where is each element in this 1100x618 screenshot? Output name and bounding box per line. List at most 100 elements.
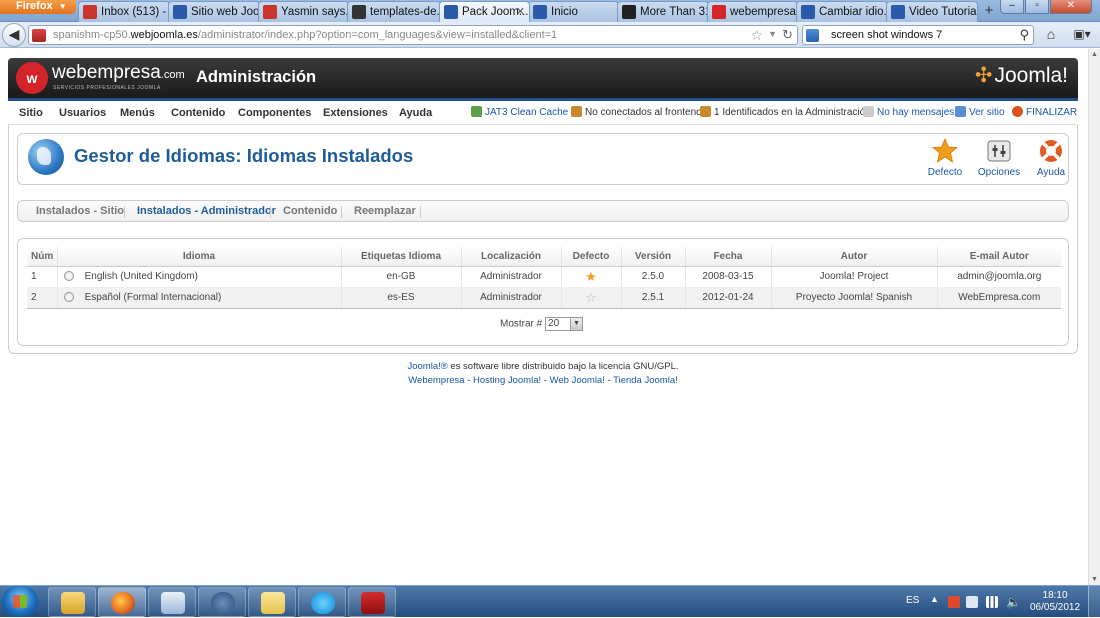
help-button-label: Ayuda	[1036, 167, 1066, 178]
row-select-radio[interactable]	[63, 292, 74, 303]
column-header-location[interactable]: Localización	[461, 247, 562, 267]
browser-tab[interactable]: Inbox (513) - ...	[78, 1, 170, 22]
reload-icon[interactable]: ↻	[782, 27, 793, 43]
browser-tab[interactable]: templates-de...	[347, 1, 441, 22]
taskbar-firefox[interactable]	[98, 587, 146, 617]
search-engine-icon[interactable]	[806, 29, 819, 42]
menu-item-ayuda[interactable]: Ayuda	[399, 107, 432, 119]
column-header-version[interactable]: Versión	[621, 247, 686, 267]
menu-item-contenido[interactable]: Contenido	[171, 107, 225, 119]
new-tab-button[interactable]: +	[981, 2, 997, 20]
view-site-link[interactable]: Ver sitio	[955, 106, 1005, 118]
row-select-radio[interactable]	[63, 271, 74, 282]
search-input[interactable]: screen shot windows 7	[831, 29, 942, 41]
taskbar-folder[interactable]	[248, 587, 296, 617]
language-version: 2.5.0	[621, 266, 686, 288]
footer-link-store[interactable]: Tienda Joomla!	[613, 375, 678, 386]
menu-item-sitio[interactable]: Sitio	[19, 107, 43, 119]
webempresa-logo-icon[interactable]: w	[16, 62, 48, 94]
network-signal-icon[interactable]	[986, 596, 998, 608]
language-author: Proyecto Joomla! Spanish	[771, 287, 938, 309]
default-star-icon[interactable]: ★	[585, 269, 597, 284]
url-history-dropdown-icon[interactable]: ▼	[768, 29, 777, 39]
menu-item-usuarios[interactable]: Usuarios	[59, 107, 106, 119]
joomla-link[interactable]: Joomla!®	[407, 361, 447, 372]
set-default-star-icon[interactable]: ☆	[585, 290, 597, 305]
default-button[interactable]: Defecto	[920, 138, 970, 178]
minimize-button[interactable]: –	[1000, 0, 1024, 14]
tab-installed-admin[interactable]: Instalados - Administrador	[137, 205, 276, 217]
chevron-down-icon: ▼	[570, 318, 583, 330]
column-header-language[interactable]: Idioma	[57, 247, 342, 267]
column-header-date[interactable]: Fecha	[685, 247, 772, 267]
browser-tab[interactable]: Yasmin says...	[258, 1, 349, 22]
url-prefix: spanishm-cp50.	[53, 29, 131, 41]
address-bar[interactable]: spanishm-cp50.webjoomla.es/administrator…	[28, 25, 798, 45]
browser-tab-label: Sitio web Joo...	[191, 6, 260, 18]
brand-suffix: .com	[160, 69, 185, 81]
taskbar-acrobat[interactable]	[348, 587, 396, 617]
cache-status-link[interactable]: JAT3 Clean Cache	[471, 106, 568, 118]
tray-app-icon[interactable]	[948, 596, 960, 608]
browser-tab[interactable]: Inicio	[528, 1, 619, 22]
table-row[interactable]: 2 Español (Formal Internacional) es-ES A…	[27, 287, 1061, 309]
clock-time: 18:10	[1042, 590, 1068, 601]
clock[interactable]: 18:10 06/05/2012	[1030, 590, 1080, 614]
menu-item-menus[interactable]: Menús	[120, 107, 155, 119]
column-header-author-email[interactable]: E-mail Autor	[937, 247, 1061, 267]
scroll-up-icon[interactable]: ▲	[1091, 51, 1098, 58]
tab-content[interactable]: Contenido	[283, 205, 337, 217]
browser-tab[interactable]: Cambiar idio...	[796, 1, 888, 22]
menu-item-componentes[interactable]: Componentes	[238, 107, 311, 119]
vertical-scrollbar[interactable]: ▲ ▼	[1088, 49, 1100, 585]
tab-installed-site[interactable]: Instalados - Sitio	[36, 205, 124, 217]
taskbar-media-player[interactable]	[148, 587, 196, 617]
column-header-number[interactable]: Núm	[27, 247, 58, 267]
firefox-menu-button[interactable]: Firefox ▼	[0, 0, 76, 14]
tab-override[interactable]: Reemplazar	[354, 205, 416, 217]
search-icon[interactable]: ⚲	[1019, 27, 1029, 43]
footer-link-hosting[interactable]: Hosting Joomla!	[473, 375, 541, 386]
language-indicator[interactable]: ES	[906, 595, 919, 606]
browser-tab[interactable]: More Than 31...	[617, 1, 709, 22]
close-tab-icon[interactable]: ✕	[516, 2, 525, 22]
close-window-button[interactable]: ✕	[1050, 0, 1092, 14]
options-button[interactable]: Opciones	[974, 138, 1024, 178]
maximize-button[interactable]: ▫	[1025, 0, 1049, 14]
start-button[interactable]	[2, 586, 38, 617]
volume-icon[interactable]: 🔈	[1006, 596, 1021, 608]
back-button[interactable]: ◀	[2, 23, 26, 47]
messages-label: No hay mensajes	[877, 107, 955, 118]
browser-tab[interactable]: Video Tutorial...	[886, 1, 978, 22]
column-header-default[interactable]: Defecto	[561, 247, 622, 267]
menu-item-extensiones[interactable]: Extensiones	[323, 107, 388, 119]
browser-tab[interactable]: Pack Joom... ✕	[439, 1, 530, 22]
bookmark-star-icon[interactable]: ☆	[750, 27, 763, 44]
taskbar-explorer[interactable]	[48, 587, 96, 617]
browser-tab-bar: Firefox ▼ Inbox (513) - ... Sitio web Joo.…	[0, 0, 1100, 22]
messages-link[interactable]: No hay mensajes	[863, 106, 954, 118]
bookmarks-menu-button[interactable]: ▣▾	[1070, 25, 1094, 45]
list-limit-select[interactable]: 20 ▼	[545, 317, 584, 331]
logout-link[interactable]: FINALIZAR	[1012, 106, 1077, 118]
browser-tab[interactable]: webempresa ...	[707, 1, 798, 22]
globe-icon	[28, 139, 64, 175]
footer-separator: -	[541, 375, 550, 386]
taskbar-hp-app[interactable]	[198, 587, 246, 617]
tray-device-icon[interactable]	[966, 596, 978, 608]
home-button[interactable]: ⌂	[1040, 25, 1062, 45]
show-desktop-button[interactable]	[1088, 586, 1100, 618]
footer-link-webempresa[interactable]: Webempresa	[408, 375, 464, 386]
footer-link-web[interactable]: Web Joomla!	[550, 375, 605, 386]
help-button[interactable]: Ayuda	[1026, 138, 1076, 178]
search-bar[interactable]: screen shot windows 7 ⚲	[802, 25, 1034, 45]
browser-tab[interactable]: Sitio web Joo...	[168, 1, 260, 22]
taskbar-skype[interactable]	[298, 587, 346, 617]
show-hidden-icons-icon[interactable]: ▲	[930, 594, 939, 604]
column-header-tag[interactable]: Etiquetas Idioma	[341, 247, 462, 267]
site-favicon-icon	[32, 29, 46, 42]
table-row[interactable]: 1 English (United Kingdom) en-GB Adminis…	[27, 266, 1061, 288]
language-date: 2008-03-15	[685, 266, 772, 288]
column-header-author[interactable]: Autor	[771, 247, 938, 267]
scroll-down-icon[interactable]: ▼	[1091, 576, 1098, 583]
